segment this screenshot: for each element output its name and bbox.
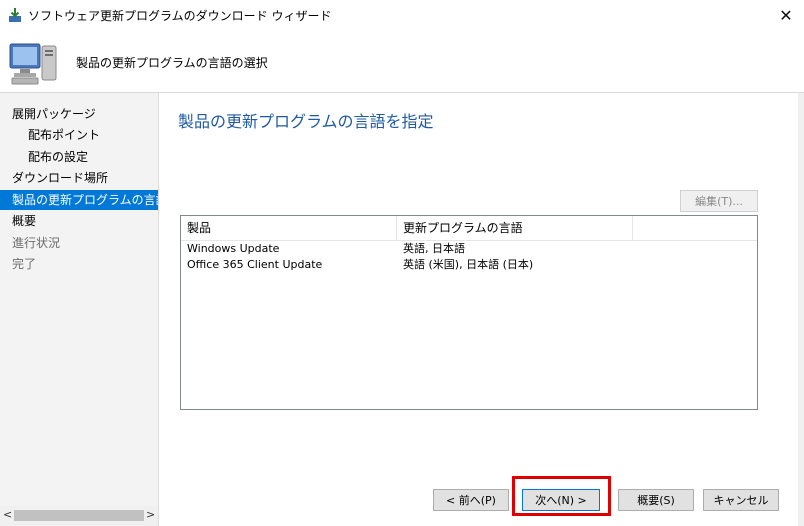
- cell-product: Office 365 Client Update: [187, 258, 323, 271]
- table-row[interactable]: Office 365 Client Update 英語 (米国), 日本語 (日…: [181, 257, 757, 273]
- cell-language: 英語 (米国), 日本語 (日本): [403, 258, 534, 271]
- step-label: 配布の設定: [28, 150, 89, 164]
- step-completion: 完了: [0, 254, 158, 274]
- title-bar: ソフトウェア更新プログラムのダウンロード ウィザード ✕: [0, 0, 804, 30]
- step-progress: 進行状況: [0, 233, 158, 253]
- step-summary[interactable]: 概要: [0, 211, 158, 231]
- list-header: 製品 更新プログラムの言語: [181, 216, 757, 241]
- wizard-header: 製品の更新プログラムの言語の選択: [0, 30, 804, 93]
- close-button[interactable]: ✕: [768, 0, 804, 30]
- cell-language: 英語, 日本語: [403, 242, 465, 255]
- cancel-button[interactable]: キャンセル: [703, 489, 779, 511]
- wizard-steps-sidebar: 展開パッケージ 配布ポイント 配布の設定 ダウンロード場所 製品の更新プログラム…: [0, 93, 159, 526]
- step-distribution-points[interactable]: 配布ポイント: [0, 125, 158, 145]
- step-language-selection[interactable]: 製品の更新プログラムの言語の: [0, 190, 158, 210]
- step-label: ダウンロード場所: [12, 171, 109, 185]
- step-label: 進行状況: [12, 236, 61, 250]
- back-button[interactable]: < 前へ(P): [433, 489, 509, 511]
- content-edge: [798, 93, 804, 526]
- page-title: 製品の更新プログラムの言語を指定: [178, 112, 434, 131]
- summary-button[interactable]: 概要(S): [618, 489, 694, 511]
- scroll-left-icon[interactable]: <: [3, 508, 12, 521]
- column-header-product[interactable]: 製品: [181, 216, 397, 240]
- step-deployment-package[interactable]: 展開パッケージ: [0, 104, 158, 124]
- table-row[interactable]: Windows Update 英語, 日本語: [181, 241, 757, 257]
- window-title: ソフトウェア更新プログラムのダウンロード ウィザード: [28, 9, 332, 23]
- download-arrow-icon: [9, 8, 21, 22]
- column-header-language[interactable]: 更新プログラムの言語: [397, 216, 633, 240]
- edit-button[interactable]: 編集(T)...: [680, 190, 758, 212]
- step-label: 製品の更新プログラムの言語の: [12, 193, 158, 207]
- wizard-window: ソフトウェア更新プログラムのダウンロード ウィザード ✕ 製品の更新プログラムの…: [0, 0, 804, 526]
- close-icon: ✕: [779, 5, 793, 25]
- step-label: 展開パッケージ: [12, 107, 96, 121]
- computer-icon: [9, 43, 57, 85]
- scroll-right-icon[interactable]: >: [146, 508, 155, 521]
- step-download-location[interactable]: ダウンロード場所: [0, 168, 158, 188]
- step-label: 完了: [12, 257, 37, 271]
- cell-product: Windows Update: [187, 242, 280, 255]
- scrollbar-thumb[interactable]: [14, 510, 144, 521]
- language-list-view[interactable]: 製品 更新プログラムの言語 Windows Update 英語, 日本語 Off…: [180, 215, 758, 410]
- step-label: 概要: [12, 214, 37, 228]
- step-label: 配布ポイント: [28, 128, 101, 142]
- step-distribution-settings[interactable]: 配布の設定: [0, 147, 158, 167]
- next-button[interactable]: 次へ(N) >: [522, 489, 600, 511]
- header-title: 製品の更新プログラムの言語の選択: [76, 56, 268, 70]
- sidebar-horizontal-scrollbar[interactable]: < >: [0, 506, 158, 526]
